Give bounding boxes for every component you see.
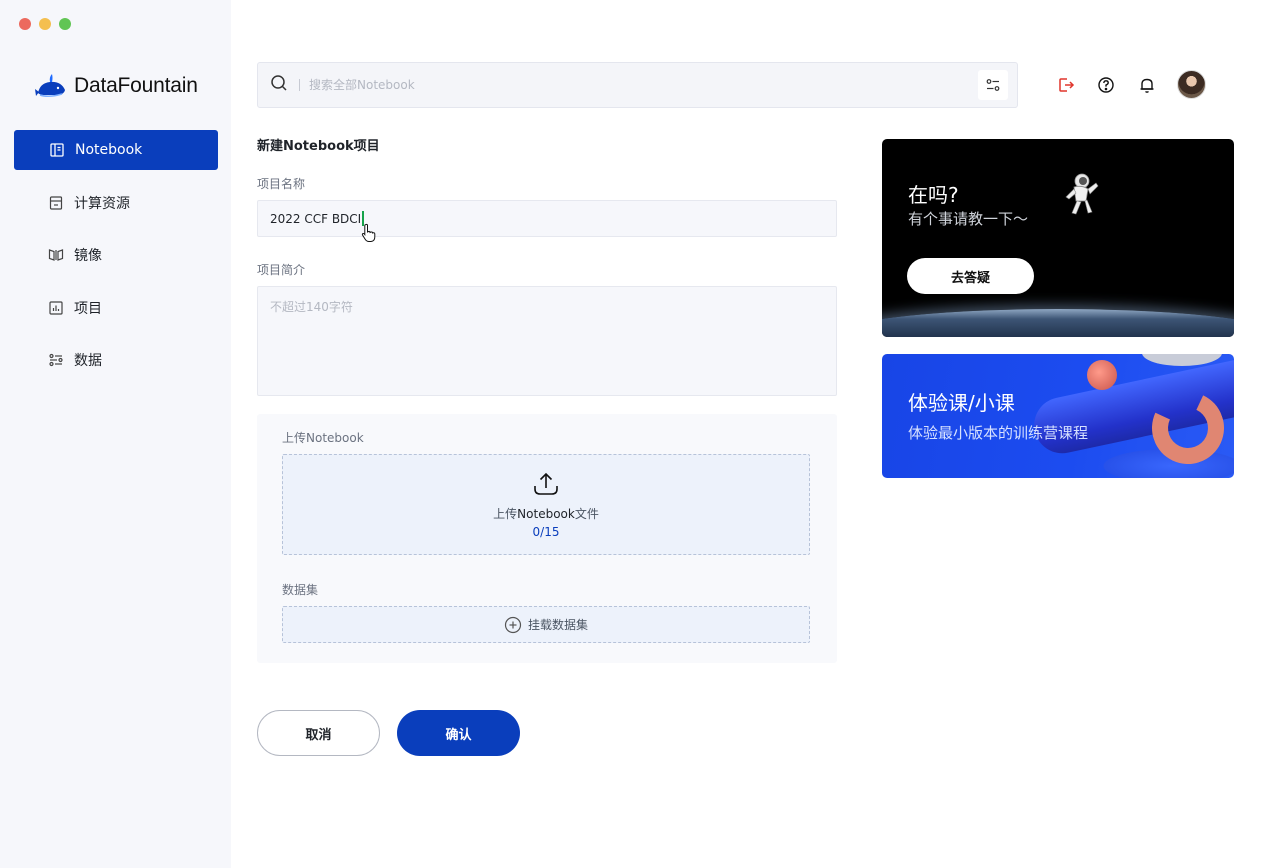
- astronaut-image: [1060, 169, 1102, 221]
- hand-cursor-icon: [361, 223, 377, 246]
- mount-dataset-button[interactable]: 挂载数据集: [282, 606, 810, 643]
- project-icon: [48, 300, 64, 316]
- header-actions: [1052, 70, 1206, 99]
- sidebar-item-compute[interactable]: 计算资源: [14, 183, 218, 223]
- filter-icon: [986, 79, 1000, 91]
- promo-card-trial-course[interactable]: 体验课/小课 体验最小版本的训练营课程: [882, 354, 1234, 478]
- avatar[interactable]: [1177, 70, 1206, 99]
- sidebar-item-label: Notebook: [75, 142, 143, 158]
- upload-panel: 上传Notebook 上传Notebook文件 0/15 数据集 挂载数据集: [257, 414, 837, 663]
- mirror-icon: [48, 247, 64, 263]
- sidebar-item-notebook[interactable]: Notebook: [14, 130, 218, 170]
- filter-button[interactable]: [978, 70, 1008, 100]
- sidebar-item-data[interactable]: 数据: [14, 340, 218, 380]
- project-desc-textarea[interactable]: 不超过140字符: [257, 286, 837, 396]
- minimize-window-button[interactable]: [39, 18, 51, 30]
- promo-course-subtitle: 体验最小版本的训练营课程: [908, 424, 1089, 442]
- page-title: 新建Notebook项目: [257, 139, 380, 154]
- search-divider: [299, 79, 300, 91]
- upload-hint: 上传Notebook文件: [493, 506, 599, 521]
- plus-circle-icon: [504, 616, 522, 633]
- search-icon[interactable]: [270, 74, 288, 96]
- project-name-input[interactable]: 2022 CCF BDCI: [257, 200, 837, 242]
- sidebar-item-mirror[interactable]: 镜像: [14, 235, 218, 275]
- project-desc-label: 项目简介: [257, 263, 306, 277]
- close-window-button[interactable]: [19, 18, 31, 30]
- notebook-icon: [49, 142, 65, 158]
- upload-count: 0/15: [532, 524, 560, 539]
- whale-logo-icon: [35, 74, 65, 98]
- sidebar-item-project[interactable]: 项目: [14, 288, 218, 328]
- search-input[interactable]: [309, 78, 978, 92]
- decor-ball: [1087, 360, 1117, 390]
- sidebar-item-label: 项目: [74, 300, 102, 317]
- search-bar: [257, 62, 1018, 108]
- window-controls: [19, 18, 71, 30]
- confirm-button[interactable]: 确认: [397, 710, 520, 756]
- brand-name: DataFountain: [74, 74, 198, 97]
- brand-logo[interactable]: DataFountain: [34, 73, 198, 99]
- dataset-label: 数据集: [282, 583, 319, 597]
- project-name-label: 项目名称: [257, 177, 306, 191]
- maximize-window-button[interactable]: [59, 18, 71, 30]
- form-actions: 取消 确认: [257, 710, 520, 756]
- sidebar: DataFountain Notebook 计算资源 镜像 项目 数据: [0, 0, 231, 868]
- mount-dataset-label: 挂载数据集: [527, 618, 588, 632]
- sidebar-item-label: 计算资源: [74, 195, 130, 212]
- bell-icon[interactable]: [1133, 71, 1161, 99]
- promo-course-title: 体验课/小课: [908, 391, 1015, 415]
- sidebar-item-label: 镜像: [74, 248, 102, 264]
- data-icon: [48, 352, 64, 368]
- project-name-value: 2022 CCF BDCI: [270, 211, 362, 226]
- sidebar-item-label: 数据: [74, 353, 102, 369]
- upload-notebook-label: 上传Notebook: [282, 431, 364, 445]
- promo-card-qa[interactable]: 在吗? 有个事请教一下～ 去答疑: [882, 139, 1234, 337]
- promo-qa-title: 在吗?: [908, 183, 959, 207]
- earth-horizon-image: [882, 309, 1234, 337]
- cancel-button[interactable]: 取消: [257, 710, 380, 756]
- sidebar-nav: Notebook 计算资源 镜像 项目 数据: [14, 130, 218, 393]
- help-icon[interactable]: [1092, 71, 1120, 99]
- upload-dropzone[interactable]: 上传Notebook文件 0/15: [282, 454, 810, 555]
- new-notebook-form: 新建Notebook项目 项目名称 2022 CCF BDCI 项目简介 不超过…: [257, 138, 837, 663]
- upload-icon: [534, 472, 558, 495]
- promo-qa-subtitle: 有个事请教一下～: [908, 210, 1029, 228]
- logout-icon[interactable]: [1052, 71, 1080, 99]
- go-qa-button[interactable]: 去答疑: [907, 258, 1034, 294]
- compute-icon: [48, 195, 64, 211]
